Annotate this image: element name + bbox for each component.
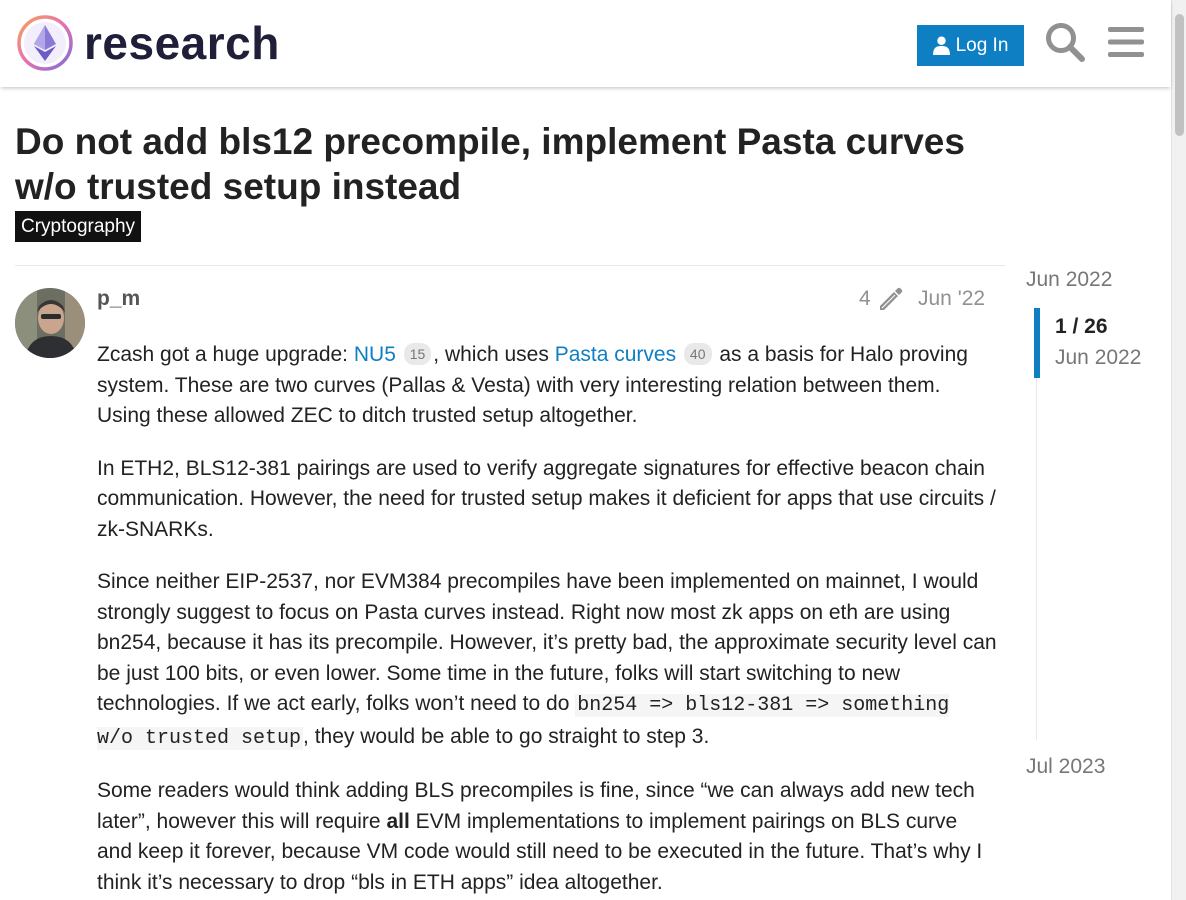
hamburger-menu-icon[interactable] [1104,20,1148,64]
site-name[interactable]: research [84,14,280,72]
post-paragraph: In ETH2, BLS12-381 pairings are used to … [97,456,996,541]
login-label: Log In [955,34,1009,56]
post-paragraph: Since neither EIP-2537, nor EVM384 preco… [97,567,997,754]
divider [15,265,1005,266]
post-body: Zcash got a huge upgrade: NU5 15, which … [97,340,997,900]
timeline-handle[interactable] [1034,308,1040,378]
site-logo-icon[interactable] [16,14,74,72]
user-icon [932,36,950,55]
edit-history-indicator[interactable]: 4 [859,286,903,312]
timeline-start-date[interactable]: Jun 2022 [1026,267,1112,293]
timeline-position-date: Jun 2022 [1055,346,1142,369]
pencil-icon [879,287,902,310]
scrollbar-thumb[interactable] [1175,14,1184,136]
nu5-link[interactable]: NU5 [354,343,396,366]
post-date[interactable]: Jun '22 [918,286,985,312]
post-paragraph: Zcash got a huge upgrade: NU5 15, which … [97,340,997,432]
text-span: , they would be able to go straight to s… [303,724,710,748]
link-click-count-badge: 15 [403,343,432,365]
page-scrollbar[interactable] [1171,0,1186,900]
avatar[interactable] [15,288,85,358]
link-click-count-badge: 40 [683,343,712,365]
edit-count: 4 [859,287,871,310]
site-header: research Log In [0,0,1171,87]
timeline-position: 1 / 26 [1055,315,1108,338]
text-span: Zcash got a huge upgrade: [97,343,354,366]
pasta-curves-link[interactable]: Pasta curves [555,343,676,366]
text-span: , which uses [433,343,555,366]
login-button[interactable]: Log In [917,25,1024,66]
timeline-end-date[interactable]: Jul 2023 [1026,754,1105,780]
bold-text: all [386,809,410,833]
post-paragraph: Some readers would think adding BLS prec… [97,776,997,898]
category-badge[interactable]: Cryptography [15,211,142,242]
topic-title[interactable]: Do not add bls12 precompile, implement P… [15,119,1015,209]
post-username[interactable]: p_m [97,286,140,312]
search-icon[interactable] [1043,20,1087,64]
